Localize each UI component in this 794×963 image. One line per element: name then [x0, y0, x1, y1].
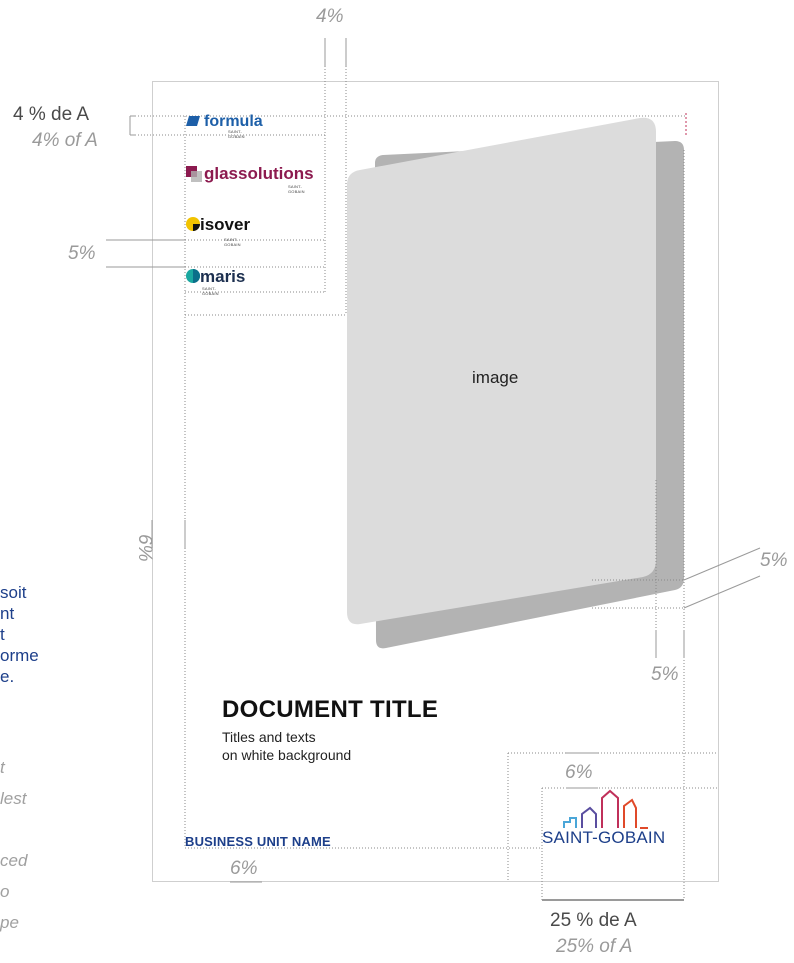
bottom-margin-label: 6%: [230, 858, 258, 879]
business-unit-name: BUSINESS UNIT NAME: [185, 834, 331, 849]
glassolutions-mark-icon: [186, 166, 202, 182]
document-subtitle: Titles and texts on white background: [222, 729, 352, 763]
bottom-image-margin-label: 5%: [651, 664, 679, 685]
saint-gobain-skyline-icon: [563, 789, 648, 829]
sg-logo-margin-label: 6%: [565, 762, 593, 783]
saint-gobain-logo: SAINT-GOBAIN: [540, 788, 688, 848]
right-margin-label: 5%: [760, 550, 788, 571]
left-margin-label: 6%: [134, 534, 155, 562]
sg-width-label-en: 25% of A: [556, 936, 633, 957]
left-note-gray: t lest ced o pe: [0, 758, 28, 932]
document-title: DOCUMENT TITLE: [222, 696, 439, 723]
formula-mark-icon: [186, 116, 200, 126]
sg-width-label-fr: 25 % de A: [550, 910, 637, 931]
logo-height-label-en: 4% of A: [32, 130, 98, 151]
image-placeholder-label: image: [472, 368, 519, 387]
logo-height-label-fr: 4 % de A: [13, 104, 90, 125]
logo-gap-label: 5%: [68, 243, 96, 264]
left-note-blue: soit nt t orme e.: [0, 583, 39, 686]
top-margin-label: 4%: [316, 6, 344, 27]
